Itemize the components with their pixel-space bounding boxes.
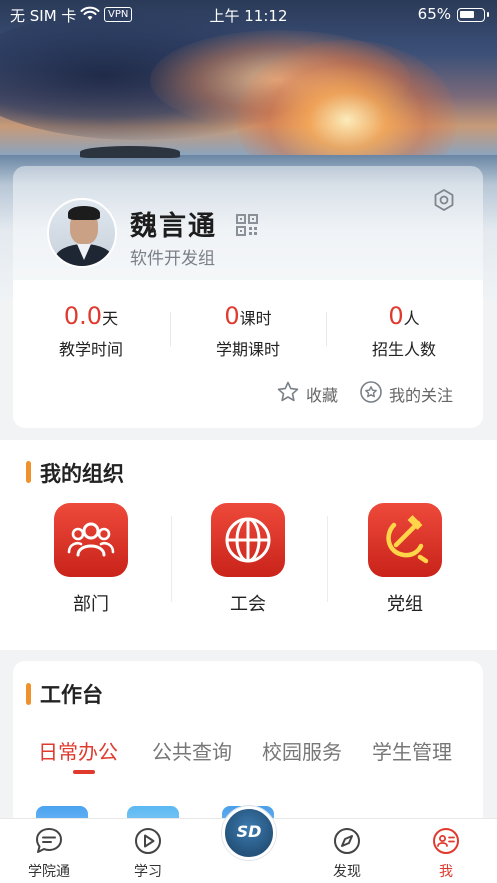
stat-teaching-time[interactable]: 0.0天 教学时间 <box>13 302 169 360</box>
section-title: 我的组织 <box>40 462 124 486</box>
nav-college-connect[interactable]: 学院通 <box>9 819 89 883</box>
battery-percent: 65% <box>417 5 451 23</box>
tab-student-management[interactable]: 学生管理 <box>372 736 452 765</box>
star-icon <box>277 381 299 402</box>
nav-discover[interactable]: 发现 <box>307 819 387 883</box>
org-item-party-group[interactable]: 党组 <box>345 503 465 616</box>
nav-me[interactable]: 我 <box>406 819 486 883</box>
sd-logo-icon[interactable]: SD <box>222 806 276 860</box>
section-accent-bar <box>26 461 31 483</box>
status-bar: 无 SIM 卡 VPN 上午 11:12 65% <box>0 0 497 30</box>
play-icon <box>135 828 161 854</box>
workbench-section: 工作台 日常办公 公共查询 校园服务 学生管理 <box>13 661 483 821</box>
chat-icon <box>36 828 62 853</box>
island <box>80 146 180 158</box>
qr-code-icon[interactable] <box>235 213 259 237</box>
section-accent-bar <box>26 683 31 705</box>
star-circle-icon <box>360 381 382 403</box>
tab-public-query[interactable]: 公共查询 <box>152 736 232 765</box>
user-name: 魏言通 <box>130 211 217 242</box>
section-title: 工作台 <box>40 683 103 707</box>
org-item-department[interactable]: 部门 <box>31 503 151 616</box>
settings-icon[interactable] <box>432 188 456 212</box>
stat-enrollment[interactable]: 0人 招生人数 <box>326 302 482 360</box>
org-item-union[interactable]: 工会 <box>188 503 308 616</box>
user-department: 软件开发组 <box>130 249 215 269</box>
active-tab-indicator <box>73 770 95 774</box>
stats-row: 0.0天 教学时间 0课时 学期课时 0人 招生人数 <box>13 302 483 362</box>
tab-campus-service[interactable]: 校园服务 <box>262 736 342 765</box>
favorites-link[interactable]: 收藏 <box>276 380 346 406</box>
nav-study[interactable]: 学习 <box>108 819 188 883</box>
avatar[interactable] <box>47 198 117 268</box>
stat-semester-hours[interactable]: 0课时 学期课时 <box>170 302 326 360</box>
organization-section: 我的组织 部门 工会 党组 <box>0 440 497 650</box>
profile-card-icon <box>433 828 459 854</box>
tab-daily-office[interactable]: 日常办公 <box>38 736 118 765</box>
compass-icon <box>334 828 360 854</box>
profile-card: 魏言通 软件开发组 0.0天 教学时间 0课时 学期课时 0人 招生人数 收藏 <box>13 166 483 428</box>
following-link[interactable]: 我的关注 <box>359 380 469 406</box>
union-emblem-icon <box>211 503 285 577</box>
battery-icon <box>457 8 489 22</box>
hammer-sickle-icon <box>368 503 442 577</box>
people-icon <box>54 503 128 577</box>
